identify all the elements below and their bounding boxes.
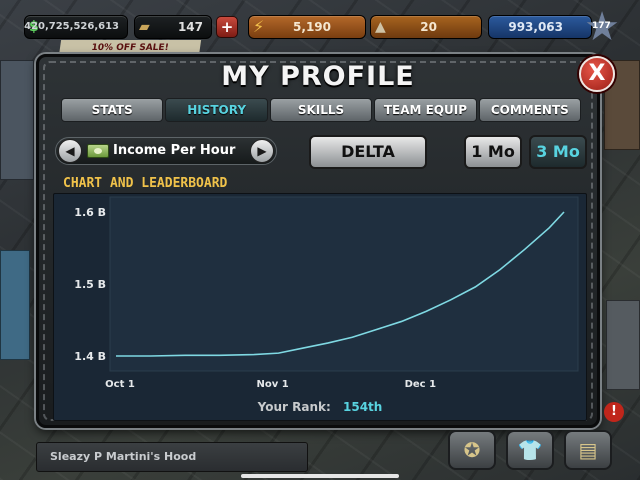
cash-value: 420,725,526,613 — [24, 21, 119, 32]
tab-stats[interactable]: STATS — [61, 98, 164, 122]
plot-area — [109, 196, 579, 372]
gold-counter[interactable]: 993,063 — [488, 15, 592, 39]
gold-value: 993,063 — [508, 20, 563, 34]
rank-label: Your Rank: — [257, 400, 331, 414]
y-tick-label: 1.5 B — [74, 278, 106, 291]
money-icon — [87, 144, 109, 158]
income-chart: 1.4 B 1.5 B 1.6 B Oct 1 Nov 1 Dec 1 Your Rank… — [53, 193, 587, 421]
metric-selector: ◀ Income Per Hour ▶ — [55, 137, 277, 165]
chart-svg: 1.4 B 1.5 B 1.6 B Oct 1 Nov 1 Dec 1 — [74, 196, 579, 390]
y-tick-label: 1.4 B — [74, 350, 106, 363]
medal-icon[interactable]: ✪ — [448, 430, 496, 470]
building — [0, 60, 34, 180]
building — [0, 250, 30, 360]
bricks-value: 147 — [177, 20, 203, 34]
x-tick-label: Nov 1 — [257, 379, 289, 390]
delta-button[interactable]: DELTA — [309, 135, 427, 169]
stamina-value: 20 — [420, 20, 437, 34]
x-tick-label: Dec 1 — [405, 379, 436, 390]
bricks-counter: ▰ 147 — [134, 15, 212, 39]
energy-meter[interactable]: ⚡ 5,190 — [248, 15, 366, 39]
range-3mo-button[interactable]: 3 Mo — [529, 135, 587, 169]
tab-history[interactable]: HISTORY — [165, 98, 268, 122]
tab-comments[interactable]: COMMENTS — [478, 98, 582, 122]
building — [606, 300, 640, 390]
lightning-icon: ⚡ — [253, 17, 265, 36]
next-metric-button[interactable]: ▶ — [250, 139, 274, 163]
rank-row: Your Rank: 154th — [54, 400, 586, 414]
x-tick-label: Oct 1 — [105, 379, 135, 390]
brick-icon: ▰ — [139, 19, 150, 35]
rank-value: 154th — [343, 400, 383, 414]
tab-bar: STATS HISTORY SKILLS TEAM EQUIP COMMENTS — [61, 98, 582, 122]
prev-metric-button[interactable]: ◀ — [58, 139, 82, 163]
metric-label: Income Per Hour — [113, 143, 236, 158]
y-tick-label: 1.6 B — [74, 206, 106, 219]
level-value: 177 — [592, 21, 611, 31]
tab-skills[interactable]: SKILLS — [269, 98, 373, 122]
hood-bar[interactable]: Sleazy P Martini's Hood — [36, 442, 308, 472]
alert-icon[interactable]: ! — [604, 402, 624, 422]
cash-counter: $ 420,725,526,613 — [24, 15, 128, 39]
buy-button[interactable]: + — [216, 16, 238, 38]
stamina-icon: ▲ — [375, 19, 386, 35]
close-button[interactable]: X — [579, 56, 615, 92]
range-1mo-button[interactable]: 1 Mo — [464, 135, 522, 169]
resource-bar: $ 420,725,526,613 ▰ 147 + ⚡ 5,190 ▲ 20 9… — [0, 0, 640, 47]
tab-team-equip[interactable]: TEAM EQUIP — [374, 98, 477, 122]
shirt-icon[interactable]: 👕 — [506, 430, 554, 470]
modal-title: MY PROFILE — [221, 61, 415, 92]
hood-name: Sleazy P Martini's Hood — [50, 450, 197, 463]
profile-modal: MY PROFILE X STATS HISTORY SKILLS TEAM E… — [36, 54, 615, 428]
section-label: CHART AND LEADERBOARD — [63, 176, 228, 191]
stamina-meter[interactable]: ▲ 20 — [370, 15, 482, 39]
contract-icon[interactable]: ▤ — [564, 430, 612, 470]
energy-value: 5,190 — [293, 20, 331, 34]
home-indicator — [241, 474, 399, 478]
